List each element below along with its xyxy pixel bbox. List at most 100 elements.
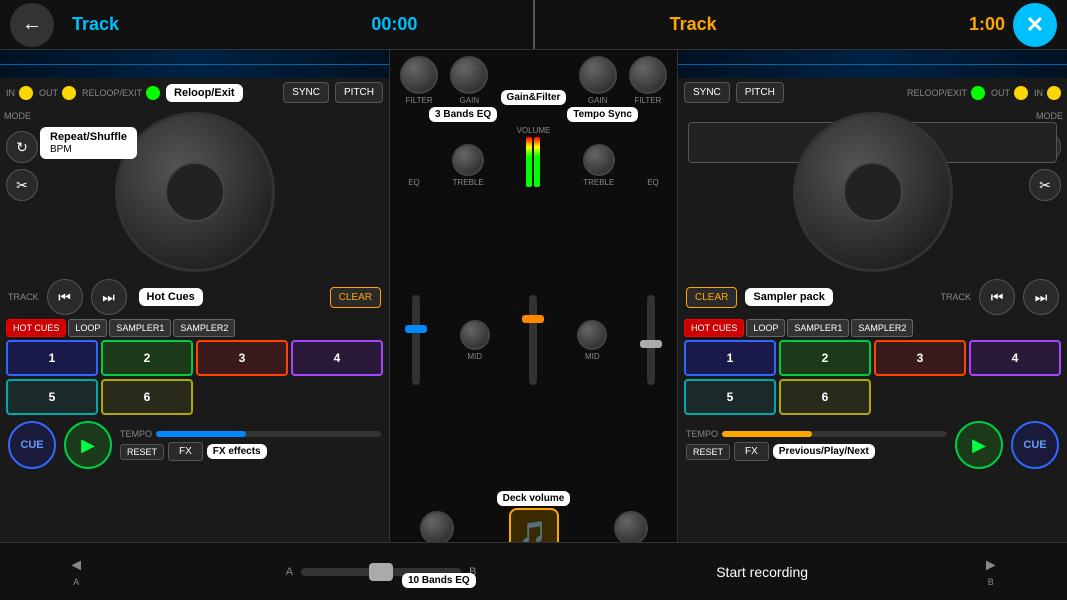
left-fx-button[interactable]: FX [168,442,203,461]
right-reloop-led [971,86,985,100]
tempo-sync-tooltip: Tempo Sync [567,107,638,122]
left-cue-button[interactable]: CUE [8,421,56,469]
right-pad-6[interactable]: 6 [779,379,871,415]
gain-left-label: GAIN [460,96,480,105]
nav-left-icon: ◄ [68,557,84,575]
mixer-treble-vu: EQ TREBLE VOLUME TREBLE [390,124,677,189]
vu-meters [526,137,540,187]
filter-left-knob-circle [400,56,438,94]
left-jog-wheel[interactable] [115,112,275,272]
left-controls-row: IN OUT RELOOP/EXIT Reloop/Exit SYNC PITC… [0,78,389,107]
out-label: OUT [39,88,58,98]
back-icon: ← [22,13,42,36]
treble-left-knob[interactable]: TREBLE [452,144,484,187]
left-mode-buttons: ↻ ✂ [6,131,38,201]
right-deck: SYNC PITCH RELOOP/EXIT OUT IN MODE [677,50,1067,600]
left-play-button[interactable]: ▶ [64,421,112,469]
left-pad-6[interactable]: 6 [101,379,193,415]
center-fader-handle [522,315,544,323]
right-pad-3[interactable]: 3 [874,340,966,376]
filter-left-knob[interactable]: FILTER [400,56,438,105]
gain-right-knob[interactable]: GAIN [579,56,617,105]
bass-left-circle [420,511,454,545]
treble-right-knob[interactable]: TREBLE [583,144,615,187]
right-mode-btn-2[interactable]: ✂ [1029,169,1061,201]
left-pad-sampler2-button[interactable]: SAMPLER2 [173,319,235,337]
left-repeat-button[interactable]: ↻ [6,131,38,163]
right-prev-track-button[interactable]: ⏮ [979,279,1015,315]
right-pad-sampler1-button[interactable]: SAMPLER1 [787,319,849,337]
right-fx-button[interactable]: FX [734,442,769,461]
right-tempo-slider[interactable] [722,431,947,437]
right-pad-1[interactable]: 1 [684,340,776,376]
in-led [19,86,33,100]
nav-left-button[interactable]: ◄ A [0,543,152,600]
left-tempo-section: TEMPO RESET FX FX effects [120,429,381,461]
back-button[interactable]: ← [10,3,54,47]
left-pad-5[interactable]: 5 [6,379,98,415]
right-jog-wheel[interactable] [793,112,953,272]
volume-label: VOLUME [517,126,551,135]
crossfader-section: A B [152,566,609,578]
left-mode-label: MODE [4,111,31,121]
left-shuffle-button[interactable]: ✂ [6,169,38,201]
right-tempo-label: TEMPO [686,429,718,439]
right-pitch-button[interactable]: PITCH [736,82,784,103]
eq-right-label: EQ [647,178,659,187]
right-pad-hotcues-button[interactable]: HOT CUES [684,319,744,337]
start-recording-button[interactable]: Start recording [610,564,915,580]
mid-right-label: MID [585,352,600,361]
treble-left-label: TREBLE [453,178,484,187]
left-pad-loop-button[interactable]: LOOP [68,319,107,337]
left-next-track-button[interactable]: ⏭ [91,279,127,315]
right-sync-button[interactable]: SYNC [684,82,730,103]
right-reset-button[interactable]: RESET [686,444,730,460]
left-out-group: OUT [39,86,76,100]
close-icon: ✕ [1026,12,1044,38]
left-pitch-button[interactable]: PITCH [335,82,383,103]
left-clear-button[interactable]: CLEAR [330,287,381,308]
right-pad-5[interactable]: 5 [684,379,776,415]
bass-right-circle [614,511,648,545]
left-sync-button[interactable]: SYNC [283,82,329,103]
right-channel-fader[interactable] [647,295,655,385]
cf-a-label: A [286,566,293,578]
mid-right-knob[interactable]: MID [577,320,607,361]
mid-left-knob[interactable]: MID [460,320,490,361]
filter-right-knob-circle [629,56,667,94]
close-button[interactable]: ✕ [1013,3,1057,47]
mixer-treble-row: 3 Bands EQ Tempo Sync [390,105,677,124]
right-pad-mode-row: HOT CUES LOOP SAMPLER1 SAMPLER2 [684,319,1061,337]
nav-right-button[interactable]: ► B [915,543,1067,600]
left-pad-2[interactable]: 2 [101,340,193,376]
left-channel-fader[interactable] [412,295,420,385]
crossfader-b-label-right: B [988,577,994,587]
right-next-track-button[interactable]: ⏭ [1023,279,1059,315]
filter-right-knob[interactable]: FILTER [629,56,667,105]
right-play-button[interactable]: ▶ [955,421,1003,469]
left-pad-sampler1-button[interactable]: SAMPLER1 [109,319,171,337]
app: ← Track 00:00 Track 1:00 ✕ IN [0,0,1067,600]
left-waveform [0,50,389,78]
left-in-group: IN [6,86,33,100]
left-pad-1[interactable]: 1 [6,340,98,376]
right-cue-button[interactable]: CUE [1011,421,1059,469]
reloop-led [146,86,160,100]
left-reset-button[interactable]: RESET [120,444,164,460]
left-pad-hotcues-button[interactable]: HOT CUES [6,319,66,337]
left-tempo-slider[interactable] [156,431,381,437]
right-pad-loop-button[interactable]: LOOP [746,319,785,337]
left-pad-3[interactable]: 3 [196,340,288,376]
gain-left-knob-circle [450,56,488,94]
track-label-left: Track [72,14,119,35]
left-prev-track-button[interactable]: ⏮ [47,279,83,315]
center-volume-fader[interactable] [529,295,537,385]
right-in-led [1047,86,1061,100]
gain-left-knob[interactable]: GAIN [450,56,488,105]
left-jog-area: MODE ↻ ✂ Repeat/ShuffleBPM [0,107,389,277]
right-pad-4[interactable]: 4 [969,340,1061,376]
right-pad-sampler2-button[interactable]: SAMPLER2 [851,319,913,337]
right-pad-2[interactable]: 2 [779,340,871,376]
right-clear-button[interactable]: CLEAR [686,287,737,308]
left-pad-4[interactable]: 4 [291,340,383,376]
